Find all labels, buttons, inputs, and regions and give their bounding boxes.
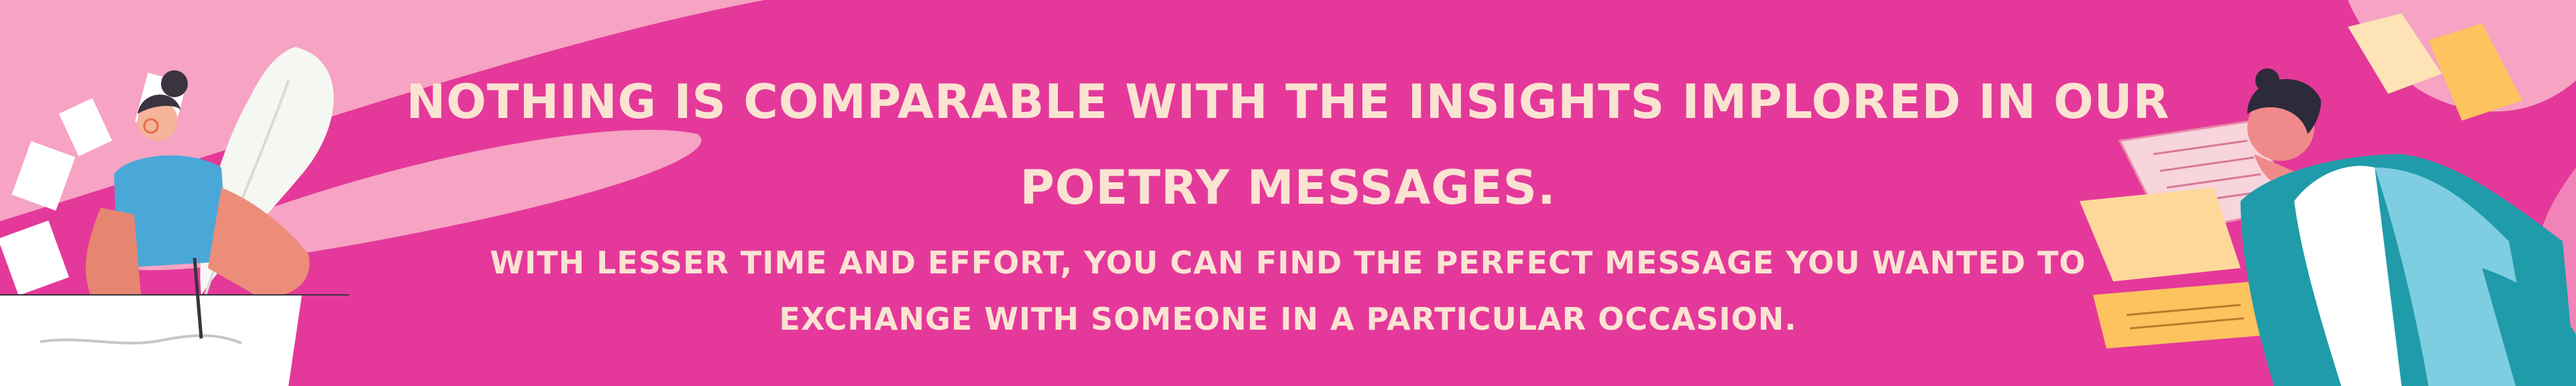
poetry-banner: NOTHING IS COMPARABLE WITH THE INSIGHTS … [0,0,2576,386]
woman-writing-with-quill-icon [0,47,349,386]
subheadline: WITH LESSER TIME AND EFFORT, YOU CAN FIN… [490,245,2086,337]
headline: NOTHING IS COMPARABLE WITH THE INSIGHTS … [406,74,2170,215]
